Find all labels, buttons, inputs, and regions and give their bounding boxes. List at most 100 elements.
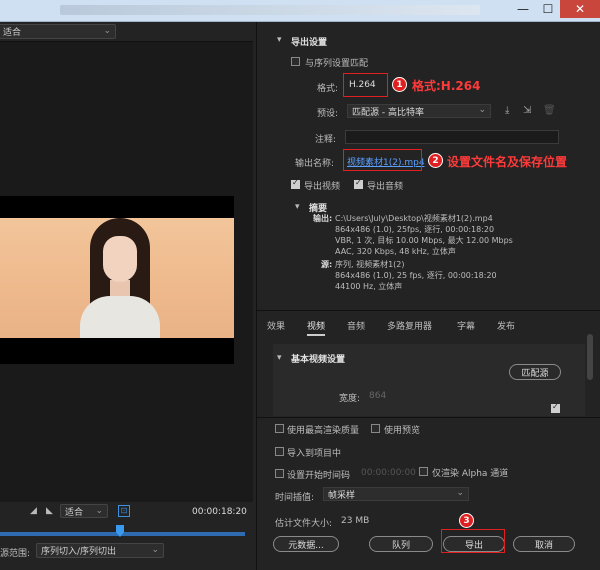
source-range-label: 源范围: [0, 549, 31, 559]
use-previews-checkbox[interactable] [371, 424, 380, 433]
timeline-fit-select[interactable]: 适合 ⌄ [60, 504, 108, 518]
annotation-number-1: 1 [392, 77, 407, 92]
delete-preset-icon[interactable]: 🗑 [543, 105, 556, 116]
preview-toolbar: 适合 ⌄ [0, 22, 253, 42]
match-source-button[interactable]: 匹配源 [509, 364, 561, 380]
zoom-fit-value: 适合 [3, 28, 22, 38]
chevron-down-icon: ⌄ [151, 545, 159, 555]
summary-output-line: 864x486 (1.0), 25fps, 逐行, 00:00:18:20 [335, 225, 495, 234]
tab-audio[interactable]: 音频 [347, 319, 365, 332]
tab-video[interactable]: 视频 [307, 319, 326, 336]
video-collapse-icon[interactable]: ▾ [277, 353, 282, 363]
chevron-down-icon: ⌄ [95, 506, 103, 516]
export-video-checkbox[interactable] [291, 178, 300, 189]
video-frame-image [0, 218, 234, 338]
time-interpolation-label: 时间插值: [275, 493, 315, 503]
tab-publish[interactable]: 发布 [497, 319, 515, 332]
time-interpolation-value: 帧采样 [328, 490, 356, 501]
output-name-annotation: 设置文件名及保存位置 [447, 155, 568, 169]
zoom-fit-select[interactable]: 适合 ⌄ [0, 24, 116, 39]
divider [257, 417, 600, 418]
match-sequence-label: 与序列设置匹配 [305, 59, 369, 69]
divider [257, 310, 600, 311]
metadata-button[interactable]: 元数据... [273, 536, 339, 552]
cancel-button[interactable]: 取消 [513, 536, 575, 552]
mark-out-icon[interactable]: ◣ [46, 506, 53, 516]
width-value[interactable]: 864 [369, 391, 386, 401]
export-settings-panel: ▾ 导出设置 与序列设置匹配 格式: H.264 1 格式:H.264 预设: … [256, 22, 600, 570]
import-project-label: 导入到项目中 [287, 449, 342, 459]
preview-panel: 适合 ⌄ ◢ ◣ 适合 ⌄ ⊡ 00:00:18:20 源范围: 序列切入/序列… [0, 22, 253, 570]
minimize-button[interactable]: — [510, 0, 536, 18]
video-frame-face [103, 236, 137, 282]
snap-icon[interactable]: ⊡ [118, 505, 130, 517]
use-previews-label: 使用预览 [384, 426, 421, 436]
render-alpha-checkbox[interactable] [419, 467, 428, 476]
timeline-fit-value: 适合 [65, 507, 84, 518]
preset-value: 匹配源 - 高比特率 [352, 107, 424, 118]
summary-output-label: 输出: [313, 214, 333, 223]
comment-label: 注释: [315, 135, 337, 145]
max-render-quality-checkbox[interactable] [275, 424, 284, 433]
window-title [60, 5, 480, 15]
close-button[interactable]: ✕ [560, 0, 600, 18]
collapse-icon[interactable]: ▾ [277, 35, 282, 45]
chevron-down-icon: ⌄ [478, 105, 486, 115]
timecode: 00:00:18:20 [192, 507, 247, 517]
timeline-controls: ◢ ◣ 适合 ⌄ ⊡ 00:00:18:20 源范围: 序列切入/序列切出 ⌄ [0, 502, 253, 570]
tab-captions[interactable]: 字幕 [457, 319, 475, 332]
mark-in-icon[interactable]: ◢ [30, 506, 37, 516]
export-highlight-box [441, 529, 505, 553]
summary-source-line: 864x486 (1.0), 25 fps, 逐行, 00:00:18:20 [335, 271, 497, 280]
import-preset-icon[interactable]: ⇲ [523, 105, 531, 116]
start-timecode-value[interactable]: 00:00:00:00 [361, 468, 416, 478]
summary-title: 摘要 [309, 204, 328, 214]
chevron-down-icon: ⌄ [103, 26, 111, 36]
match-sequence-checkbox[interactable] [291, 57, 300, 66]
import-project-checkbox[interactable] [275, 447, 284, 456]
tab-effects[interactable]: 效果 [267, 319, 285, 332]
comment-input[interactable] [345, 130, 559, 144]
summary-output-line: AAC, 320 Kbps, 48 kHz, 立体声 [335, 247, 456, 256]
summary-source-line: 序列, 视频素材1(2) [335, 260, 405, 269]
format-annotation: 格式:H.264 [412, 79, 481, 93]
output-name-label: 输出名称: [295, 159, 335, 169]
scrollbar[interactable] [587, 334, 593, 380]
save-preset-icon[interactable]: ⤓ [505, 105, 509, 116]
start-timecode-label: 设置开始时间码 [287, 471, 351, 481]
summary-collapse-icon[interactable]: ▾ [295, 202, 300, 212]
export-audio-label: 导出音频 [367, 182, 404, 192]
estimated-size-label: 估计文件大小: [275, 519, 333, 529]
tab-multiplexer[interactable]: 多路复用器 [387, 319, 432, 332]
summary-output-line: C:\Users\July\Desktop\视频素材1(2).mp4 [335, 214, 493, 223]
annotation-number-2: 2 [428, 153, 443, 168]
summary-source-label: 源: [321, 260, 333, 269]
summary-source-line: 44100 Hz, 立体声 [335, 282, 403, 291]
source-range-select[interactable]: 序列切入/序列切出 ⌄ [36, 543, 164, 558]
max-render-quality-label: 使用最高渲染质量 [287, 426, 360, 436]
export-audio-checkbox[interactable] [354, 178, 363, 189]
estimated-size-value: 23 MB [341, 516, 370, 526]
export-video-label: 导出视频 [304, 182, 341, 192]
annotation-number-3: 3 [459, 513, 474, 528]
preset-label: 预设: [317, 109, 339, 119]
basic-video-settings-title: 基本视频设置 [291, 355, 346, 365]
queue-button[interactable]: 队列 [369, 536, 433, 552]
time-interpolation-select[interactable]: 帧采样 ⌄ [323, 487, 469, 501]
source-range-value: 序列切入/序列切出 [41, 547, 117, 557]
width-label: 宽度: [339, 394, 361, 404]
export-settings-title: 导出设置 [291, 38, 328, 48]
summary-output-line: VBR, 1 次, 目标 10.00 Mbps, 最大 12.00 Mbps [335, 236, 513, 245]
format-label: 格式: [317, 84, 339, 94]
render-alpha-label: 仅渲染 Alpha 通道 [432, 469, 509, 479]
window-title-bar: — ☐ ✕ [0, 0, 600, 22]
video-frame-shirt [80, 296, 160, 338]
preset-select[interactable]: 匹配源 - 高比特率 ⌄ [347, 104, 491, 118]
lock-aspect-checkbox[interactable] [551, 402, 560, 413]
chevron-down-icon: ⌄ [456, 488, 464, 498]
video-preview [0, 196, 234, 364]
maximize-button[interactable]: ☐ [536, 0, 560, 18]
output-name-highlight-box [343, 149, 422, 171]
format-highlight-box [343, 73, 388, 97]
start-timecode-checkbox[interactable] [275, 469, 284, 478]
